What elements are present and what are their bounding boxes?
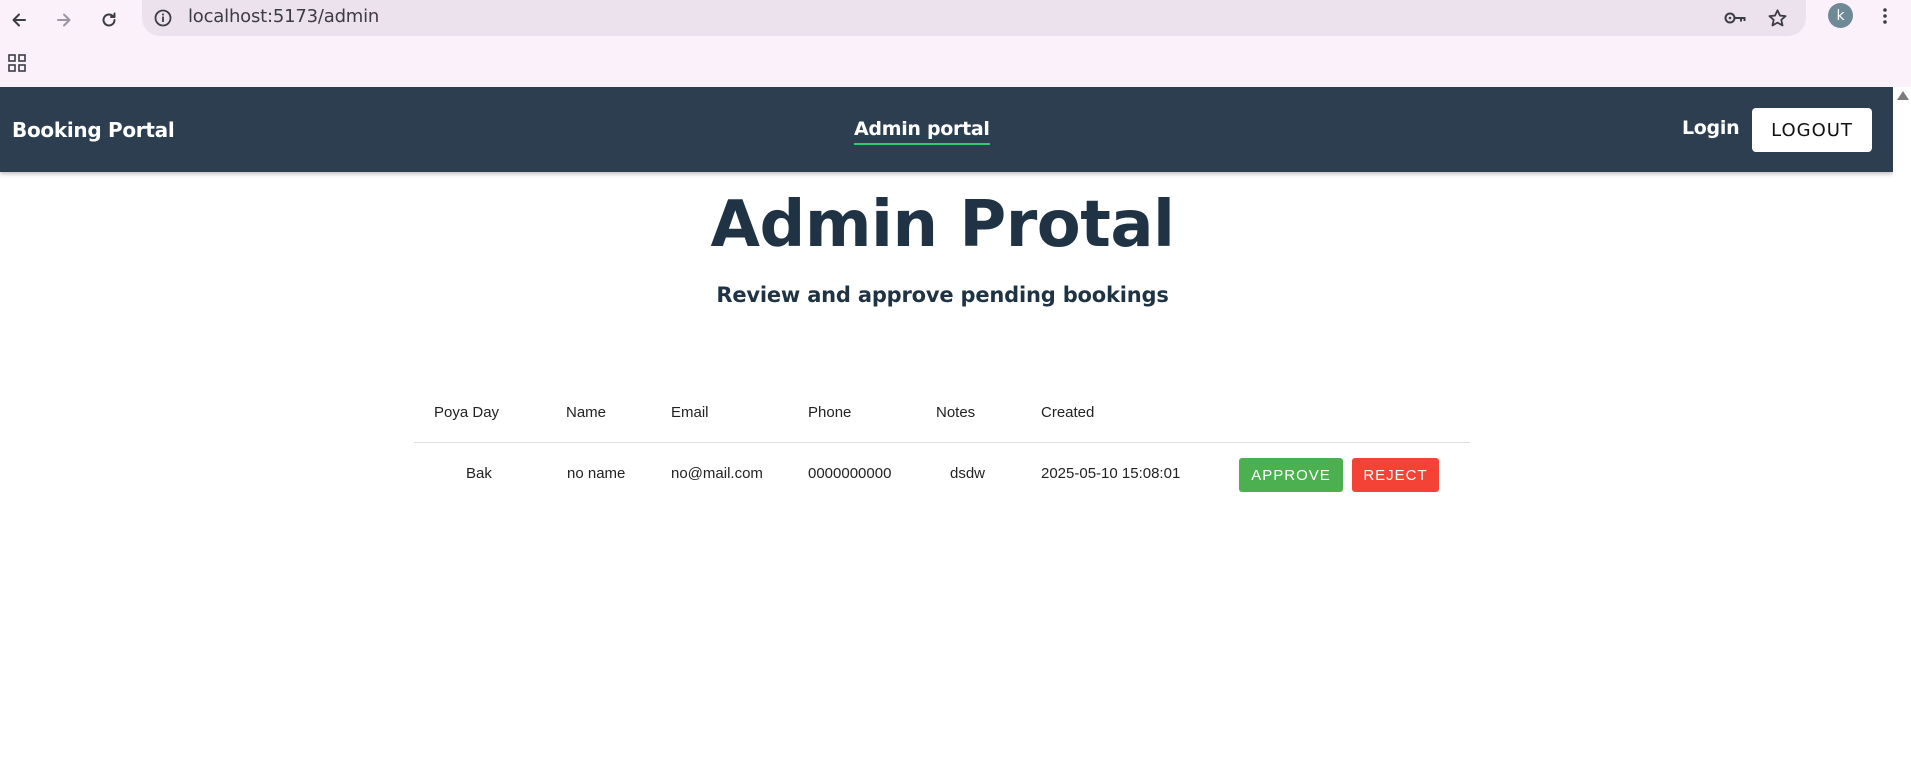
logout-button[interactable]: LOGOUT	[1752, 108, 1872, 152]
cell-poya-day: Bak	[466, 465, 492, 482]
bookings-table: Poya Day Name Email Phone Notes Created …	[414, 385, 1470, 507]
browser-toolbar: localhost:5173/admin k	[0, 0, 1911, 44]
cell-name: no name	[567, 465, 626, 482]
url-text[interactable]: localhost:5173/admin	[188, 6, 379, 27]
scroll-up-arrow-icon[interactable]	[1897, 91, 1909, 100]
approve-button[interactable]: APPROVE	[1239, 458, 1343, 492]
table-header: Poya Day Name Email Phone Notes Created	[414, 385, 1470, 443]
password-key-icon[interactable]	[1723, 5, 1749, 31]
header-email: Email	[671, 404, 709, 421]
cell-phone: 0000000000	[808, 465, 892, 482]
header-name: Name	[566, 404, 607, 421]
page-subtitle: Review and approve pending bookings	[716, 283, 1169, 307]
admin-portal-link[interactable]: Admin portal	[854, 118, 990, 145]
address-bar[interactable]: localhost:5173/admin	[142, 0, 1806, 36]
profile-avatar[interactable]: k	[1828, 3, 1853, 28]
cell-email: no@mail.com	[671, 465, 763, 482]
app-navbar: Booking Portal Admin portal Login LOGOUT	[0, 87, 1893, 172]
kebab-menu-icon[interactable]	[1874, 4, 1896, 28]
cell-created: 2025-05-10 15:08:01	[1041, 465, 1181, 482]
info-icon[interactable]	[152, 7, 174, 29]
apps-grid-icon[interactable]	[6, 52, 28, 74]
cell-notes: dsdw	[950, 465, 986, 482]
header-phone: Phone	[808, 404, 852, 421]
bookmarks-bar	[0, 44, 1911, 87]
vertical-scrollbar[interactable]	[1893, 87, 1911, 783]
table-row: Bak no name no@mail.com 0000000000 dsdw …	[414, 443, 1470, 507]
page-title: Admin Protal	[710, 188, 1175, 262]
header-poya-day: Poya Day	[434, 404, 500, 421]
login-link[interactable]: Login	[1682, 117, 1740, 139]
reject-button[interactable]: REJECT	[1352, 458, 1439, 492]
header-created: Created	[1041, 404, 1095, 421]
header-notes: Notes	[936, 404, 976, 421]
star-icon[interactable]	[1764, 5, 1790, 31]
brand-link[interactable]: Booking Portal	[12, 118, 175, 142]
back-icon[interactable]	[2, 3, 36, 37]
reload-icon[interactable]	[92, 3, 126, 37]
page-viewport: Booking Portal Admin portal Login LOGOUT…	[0, 87, 1893, 783]
forward-icon[interactable]	[47, 3, 81, 37]
